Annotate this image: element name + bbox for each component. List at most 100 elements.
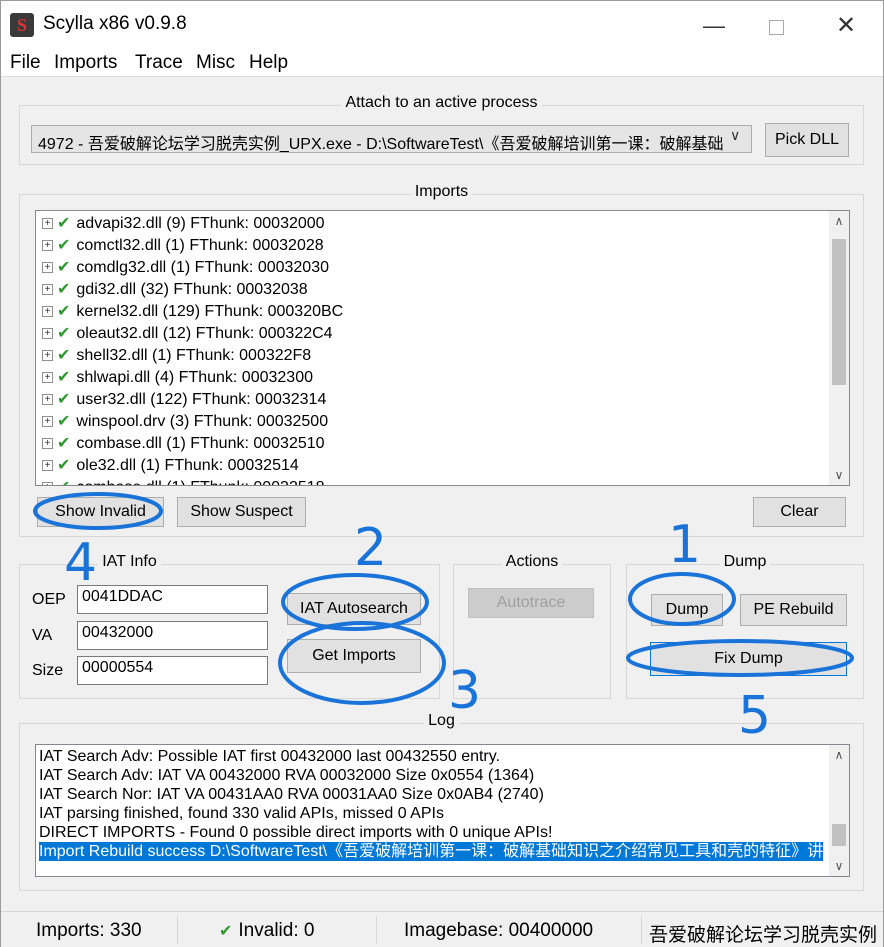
actions-group-title: Actions [501,553,563,570]
window-title: Scylla x86 v0.9.8 [43,13,187,34]
check-icon: ✔ [57,215,71,232]
check-icon: ✔ [57,369,71,386]
expand-plus-icon[interactable]: + [42,482,53,485]
scrollbar-thumb[interactable] [832,824,846,846]
expand-plus-icon[interactable]: + [42,372,53,384]
scroll-up-icon[interactable]: ∧ [829,745,849,765]
import-tree-row[interactable]: + ✔ advapi32.dll (9) FThunk: 00032000 [42,213,325,235]
status-module-name: 吾爱破解论坛学习脱壳实例 [649,925,878,946]
check-icon: ✔ [57,413,71,430]
size-label: Size [32,662,64,679]
import-tree-row[interactable]: + ✔ user32.dll (122) FThunk: 00032314 [42,389,326,411]
check-icon: ✔ [57,347,71,364]
import-module-text: ole32.dll (1) FThunk: 00032514 [76,457,299,474]
import-module-text: shell32.dll (1) FThunk: 000322F8 [76,347,312,364]
import-tree-row[interactable]: + ✔ shell32.dll (1) FThunk: 000322F8 [42,345,311,367]
iat-autosearch-button[interactable]: IAT Autosearch [287,593,421,625]
expand-plus-icon[interactable]: + [42,438,53,450]
expand-plus-icon[interactable]: + [42,416,53,428]
log-line[interactable]: DIRECT IMPORTS - Found 0 possible direct… [39,823,552,842]
iat-info-group-title: IAT Info [98,553,161,570]
menu-imports[interactable]: Imports [54,52,117,74]
dump-button[interactable]: Dump [651,594,723,626]
show-invalid-button[interactable]: Show Invalid [37,497,164,527]
import-module-text: kernel32.dll (129) FThunk: 000320BC [76,303,344,320]
status-imports-count: Imports: 330 [36,920,142,941]
expand-plus-icon[interactable]: + [42,306,53,318]
import-module-text: winspool.drv (3) FThunk: 00032500 [76,413,329,430]
import-tree-row[interactable]: + ✔ combase.dll (1) FThunk: 00032510 [42,433,325,455]
import-module-text: oleaut32.dll (12) FThunk: 000322C4 [76,325,333,342]
scroll-up-icon[interactable]: ∧ [829,211,849,231]
check-icon: ✔ [57,457,71,474]
menu-file[interactable]: File [10,52,41,74]
log-line[interactable]: IAT Search Adv: Possible IAT first 00432… [39,747,500,766]
log-line[interactable]: IAT parsing finished, found 330 valid AP… [39,804,444,823]
check-icon: ✔ [57,303,71,320]
log-line[interactable]: Import Rebuild success D:\SoftwareTest\《… [39,842,824,861]
import-tree-row[interactable]: + ✔ oleaut32.dll (12) FThunk: 000322C4 [42,323,333,345]
va-field[interactable]: 00432000 [77,621,268,650]
process-select[interactable]: 4972 - 吾爱破解论坛学习脱壳实例_UPX.exe - D:\Softwar… [31,125,752,153]
close-button[interactable]: ✕ [823,9,869,43]
expand-plus-icon[interactable]: + [42,394,53,406]
check-icon: ✔ [57,391,71,408]
check-icon: ✔ [57,259,71,276]
import-module-text: comctl32.dll (1) FThunk: 00032028 [76,237,324,254]
import-tree-row[interactable]: + ✔ winspool.drv (3) FThunk: 00032500 [42,411,328,433]
menu-help[interactable]: Help [249,52,288,74]
scroll-down-icon[interactable]: ∨ [829,465,849,485]
expand-plus-icon[interactable]: + [42,460,53,472]
size-field[interactable]: 00000554 [77,656,268,685]
chevron-down-icon[interactable]: ∨ [730,127,740,144]
import-tree-row[interactable]: + ✔ ole32.dll (1) FThunk: 00032514 [42,455,299,477]
get-imports-button[interactable]: Get Imports [287,639,421,673]
import-tree-row[interactable]: + ✔ comctl32.dll (1) FThunk: 00032028 [42,235,324,257]
import-tree-row[interactable]: + ✔ gdi32.dll (32) FThunk: 00032038 [42,279,308,301]
fix-dump-button[interactable]: Fix Dump [650,642,847,676]
imports-scrollbar[interactable]: ∧ ∨ [829,211,849,485]
show-suspect-button[interactable]: Show Suspect [177,497,306,527]
log-box[interactable]: IAT Search Adv: Possible IAT first 00432… [35,744,850,877]
import-tree-row[interactable]: + ✔ shlwapi.dll (4) FThunk: 00032300 [42,367,313,389]
import-module-text: comdlg32.dll (1) FThunk: 00032030 [76,259,329,276]
expand-plus-icon[interactable]: + [42,328,53,340]
scrollbar-thumb[interactable] [832,239,846,385]
log-line[interactable]: IAT Search Adv: IAT VA 00432000 RVA 0003… [39,766,534,785]
minimize-button[interactable]: — [691,9,737,43]
menu-misc[interactable]: Misc [196,52,235,74]
check-icon: ✔ [219,923,233,940]
imports-tree[interactable]: + ✔ advapi32.dll (9) FThunk: 00032000 + ✔ com… [35,210,850,486]
status-invalid-text: Invalid: 0 [238,920,315,941]
scylla-window: S Scylla x86 v0.9.8 — ✕ File Imports Tra… [0,0,884,947]
import-tree-row[interactable]: + ✔ comdlg32.dll (1) FThunk: 00032030 [42,257,329,279]
import-tree-row[interactable]: + ✔ kernel32.dll (129) FThunk: 000320BC [42,301,343,323]
status-bar: Imports: 330 ✔ Invalid: 0 Imagebase: 0040… [1,911,883,947]
import-module-text: combase.dll (1) FThunk: 00032518 [76,479,324,485]
dump-group: Dump [626,553,864,699]
log-scrollbar[interactable]: ∧ ∨ [829,745,849,876]
dump-group-title: Dump [719,553,771,570]
scylla-app-icon: S [10,13,34,37]
maximize-button[interactable] [753,9,799,43]
pick-dll-button[interactable]: Pick DLL [765,123,849,157]
expand-plus-icon[interactable]: + [42,218,53,230]
import-tree-row[interactable]: + ✔ combase.dll (1) FThunk: 00032518 [42,477,325,485]
scroll-down-icon[interactable]: ∨ [829,856,849,876]
pe-rebuild-button[interactable]: PE Rebuild [740,594,847,626]
expand-plus-icon[interactable]: + [42,284,53,296]
import-module-text: combase.dll (1) FThunk: 00032510 [76,435,325,452]
autotrace-button[interactable]: Autotrace [468,588,594,618]
expand-plus-icon[interactable]: + [42,240,53,252]
expand-plus-icon[interactable]: + [42,350,53,362]
status-invalid-count: ✔ Invalid: 0 [219,920,314,942]
clear-button[interactable]: Clear [753,497,846,527]
import-module-text: gdi32.dll (32) FThunk: 00032038 [76,281,308,298]
log-line[interactable]: IAT Search Nor: IAT VA 00431AA0 RVA 0003… [39,785,544,804]
oep-field[interactable]: 0041DDAC [77,585,268,614]
check-icon: ✔ [57,479,70,485]
va-label: VA [32,627,53,644]
menu-trace[interactable]: Trace [135,52,183,74]
expand-plus-icon[interactable]: + [42,262,53,274]
title-bar[interactable]: S Scylla x86 v0.9.8 — ✕ [1,1,883,49]
